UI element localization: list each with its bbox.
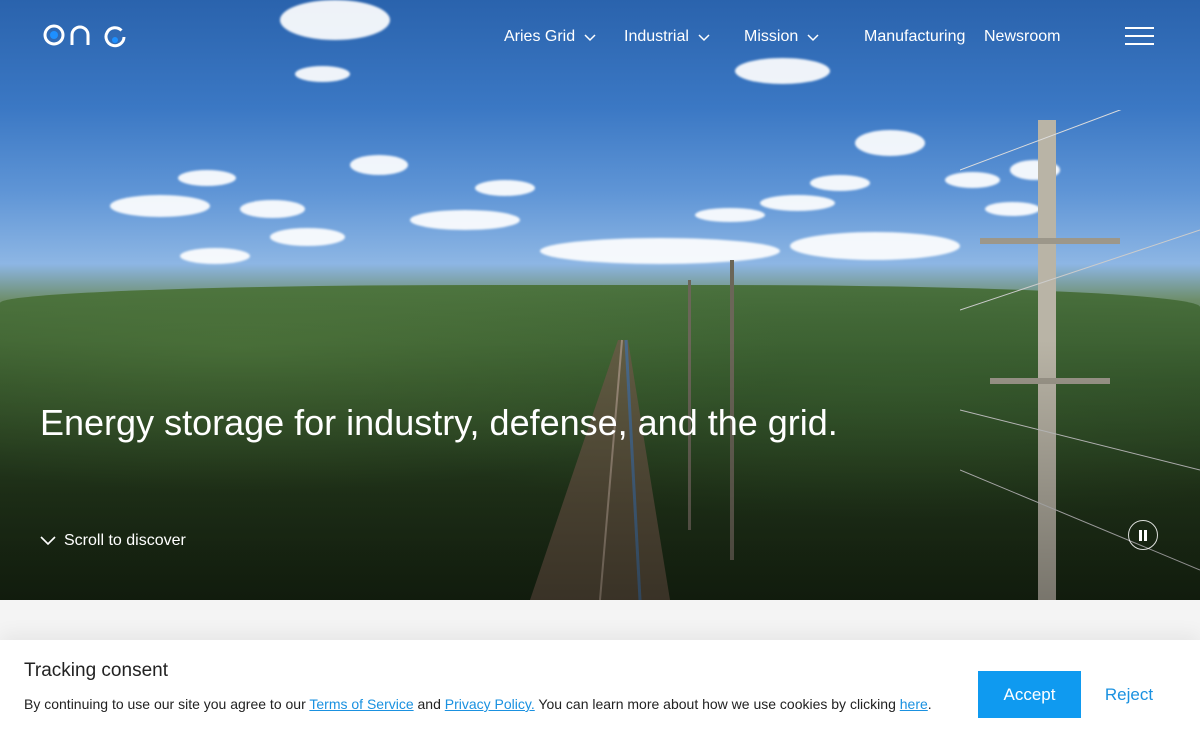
consent-title: Tracking consent	[24, 660, 168, 681]
chevron-down-icon	[807, 34, 819, 42]
cloud	[760, 195, 835, 211]
main-nav: Aries Grid Industrial Mission Manufactur…	[504, 26, 1060, 48]
cloud	[790, 232, 960, 260]
cloud	[695, 208, 765, 222]
cloud	[178, 170, 236, 186]
nav-item-industrial[interactable]: Industrial	[624, 28, 744, 46]
cloud	[280, 0, 390, 40]
nav-item-mission[interactable]: Mission	[744, 28, 864, 46]
scroll-to-discover-link[interactable]: Scroll to discover	[40, 530, 186, 552]
nav-item-manufacturing[interactable]: Manufacturing	[864, 28, 984, 46]
cloud	[410, 210, 520, 230]
consent-text: By continuing to use our site you agree …	[24, 694, 944, 714]
cloud	[735, 58, 830, 84]
cookies-here-link[interactable]: here	[900, 696, 928, 712]
cloud	[475, 180, 535, 196]
hero-headline: Energy storage for industry, defense, an…	[40, 402, 838, 443]
terms-of-service-link[interactable]: Terms of Service	[309, 696, 413, 712]
cloud	[855, 130, 925, 156]
privacy-policy-link[interactable]: Privacy Policy.	[445, 696, 535, 712]
cloud	[295, 66, 350, 82]
pause-icon[interactable]	[1128, 520, 1158, 550]
hero-video-background	[0, 0, 1200, 600]
chevron-down-icon	[40, 536, 56, 546]
accept-button[interactable]: Accept	[978, 671, 1081, 718]
cloud	[110, 195, 210, 217]
one-logo[interactable]	[42, 22, 128, 48]
nav-item-label: Newsroom	[984, 28, 1061, 45]
cloud	[350, 155, 408, 175]
consent-text-part: By continuing to use our site you agree …	[24, 696, 310, 712]
cloud	[180, 248, 250, 264]
scroll-label: Scroll to discover	[64, 532, 186, 549]
reject-button[interactable]: Reject	[1098, 671, 1160, 718]
nav-item-label: Mission	[744, 28, 799, 45]
cloud	[810, 175, 870, 191]
consent-text-part: .	[927, 696, 932, 712]
content-section-top	[0, 600, 1200, 640]
nav-item-label: Industrial	[624, 28, 689, 45]
hamburger-icon[interactable]	[1125, 27, 1155, 45]
cloud	[240, 200, 305, 218]
nav-item-label: Aries Grid	[504, 28, 576, 45]
hero-gradient-overlay	[0, 340, 1200, 600]
nav-item-label: Manufacturing	[864, 28, 966, 45]
chevron-down-icon	[698, 34, 710, 42]
nav-item-aries-grid[interactable]: Aries Grid	[504, 28, 624, 46]
consent-text-part: You can learn more about how we use cook…	[534, 696, 900, 712]
consent-text-part: and	[413, 696, 445, 712]
cookie-consent-banner: Tracking consent By continuing to use ou…	[0, 640, 1200, 750]
nav-item-newsroom[interactable]: Newsroom	[984, 28, 1060, 46]
cloud	[270, 228, 345, 246]
chevron-down-icon	[584, 34, 596, 42]
